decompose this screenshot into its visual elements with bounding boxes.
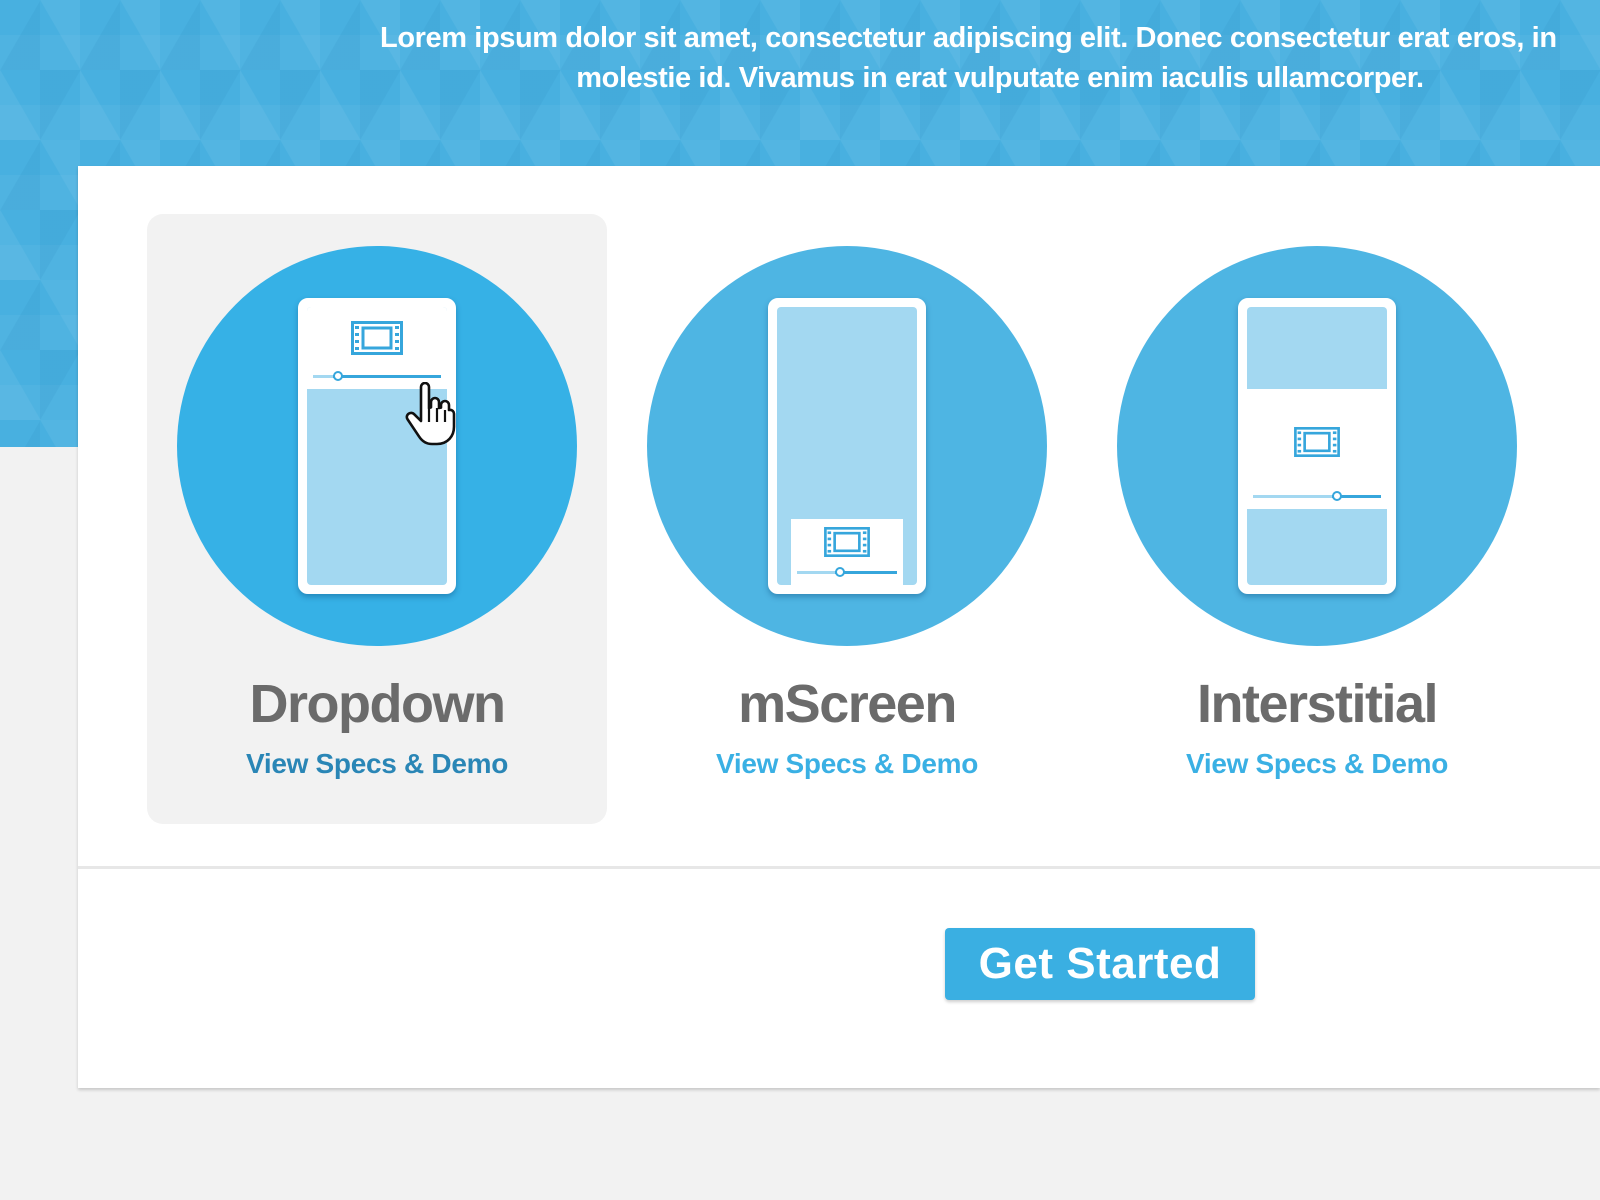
phone-icon: [1238, 298, 1396, 594]
option-title: mScreen: [738, 674, 957, 734]
hero-text-line-2: molestie id. Vivamus in erat vulputate e…: [576, 62, 1424, 94]
dropdown-illustration: [177, 246, 577, 646]
get-started-button[interactable]: Get Started: [945, 928, 1255, 1000]
film-icon: [824, 527, 870, 557]
progress-slider: [1253, 491, 1381, 501]
interstitial-illustration: [1117, 246, 1517, 646]
mscreen-illustration: [647, 246, 1047, 646]
slider-knob: [835, 567, 845, 577]
view-specs-link[interactable]: View Specs & Demo: [147, 744, 607, 784]
phone-icon: [298, 298, 456, 594]
option-title: Dropdown: [249, 674, 506, 734]
option-dropdown[interactable]: Dropdown View Specs & Demo: [147, 214, 607, 824]
ad-panel: [791, 519, 903, 585]
phone-screen: [307, 307, 447, 585]
option-title: Interstitial: [1196, 674, 1439, 734]
view-specs-link[interactable]: View Specs & Demo: [617, 744, 1077, 784]
film-icon: [1294, 427, 1340, 457]
slider-knob: [333, 371, 344, 381]
phone-screen: [777, 307, 917, 585]
ad-panel: [307, 307, 447, 389]
hero-description: Lorem ipsum dolor sit amet, consectetur …: [380, 18, 1560, 98]
phone-icon: [768, 298, 926, 594]
ad-panel: [1247, 389, 1387, 509]
hero-text-line-1: Lorem ipsum dolor sit amet, consectetur …: [380, 22, 1560, 54]
progress-slider: [313, 371, 441, 381]
ad-format-card: Dropdown View Specs & Demo mScreen View …: [78, 166, 1600, 1088]
section-divider: [78, 866, 1600, 869]
hand-pointer-icon: [405, 382, 456, 446]
option-interstitial[interactable]: Interstitial View Specs & Demo: [1087, 214, 1547, 824]
phone-screen: [1247, 307, 1387, 585]
view-specs-link[interactable]: View Specs & Demo: [1087, 744, 1547, 784]
option-mscreen[interactable]: mScreen View Specs & Demo: [617, 214, 1077, 824]
slider-knob: [1332, 491, 1343, 501]
film-icon: [351, 321, 403, 355]
progress-slider: [797, 567, 897, 577]
